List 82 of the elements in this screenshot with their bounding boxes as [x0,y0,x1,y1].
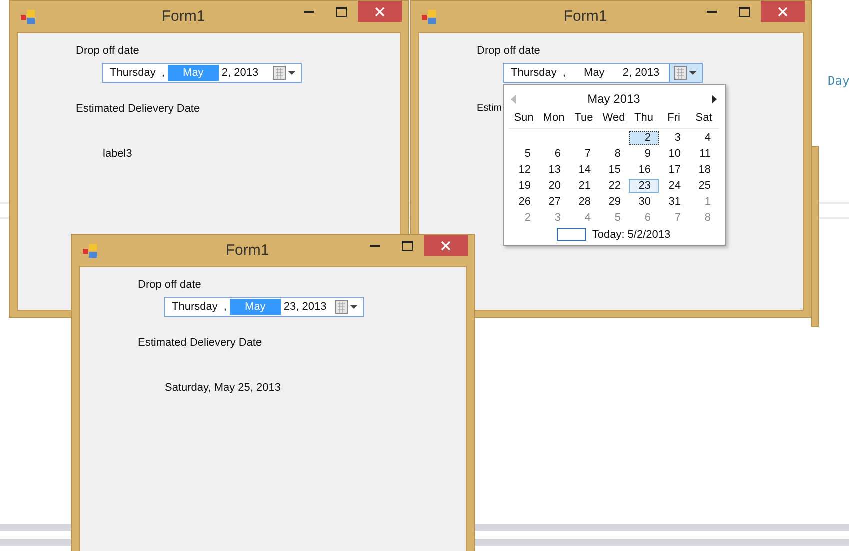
window-title: Form1 [160,8,206,25]
calendar-day[interactable]: 15 [599,163,629,177]
calendar-day[interactable]: 8 [599,147,629,161]
calendar-day[interactable]: 20 [539,179,569,193]
calendar-day[interactable]: 27 [539,195,569,209]
calendar-day[interactable]: 18 [689,163,719,177]
weekday-label: Sun [513,111,535,126]
calendar-day[interactable]: 8 [689,211,719,225]
weekday-label: Wed [602,111,626,126]
field-label: Drop off date [76,44,140,58]
calendar-day[interactable]: 10 [659,147,689,161]
month-title[interactable]: May 2013 [588,92,640,106]
calendar-day[interactable]: 22 [599,179,629,193]
maximize-icon [336,7,347,17]
calendar-day[interactable]: 30 [629,195,659,209]
minimize-icon [304,11,314,13]
next-arrow-icon[interactable] [712,94,717,104]
calendar-day[interactable]: 24 [659,179,689,193]
calendar-day[interactable]: 6 [539,147,569,161]
field-label: Drop off date [138,278,202,292]
calendar-day[interactable]: 5 [509,147,539,161]
app-icon [21,10,35,24]
weekday-label: Tue [574,111,594,126]
today-marker-icon [557,228,586,241]
close-icon [375,6,385,16]
calendar-day[interactable]: 1 [689,195,719,209]
date-picker[interactable]: Thursday , May 2, 2013 [503,63,703,83]
calendar-day[interactable]: 4 [689,131,719,145]
calendar-day[interactable]: 16 [629,163,659,177]
result-label: Saturday, May 25, 2013 [165,381,281,395]
close-button[interactable] [424,235,468,256]
calendar-day[interactable]: 13 [539,163,569,177]
result-label: label3 [103,147,132,161]
minimize-icon [706,11,716,13]
calendar-day[interactable]: 21 [569,179,599,193]
calendar-day[interactable]: 11 [689,147,719,161]
weekday-label: Mon [542,111,566,126]
calendar-day[interactable]: 17 [659,163,689,177]
weekday-label: Sat [694,111,714,126]
calendar-day[interactable]: 3 [539,211,569,225]
window-title: Form1 [224,242,270,259]
date-picker[interactable]: Thursday , May 2, 2013 [102,63,302,83]
tab-label[interactable]: Day [828,74,849,88]
field-label: Estimated Delievery Date [138,336,262,350]
calendar-day[interactable]: 3 [659,131,689,145]
calendar-day[interactable]: 2 [509,211,539,225]
calendar-day[interactable]: 5 [599,211,629,225]
field-label: Estimated Delievery Date [76,102,200,116]
calendar-day[interactable]: 14 [569,163,599,177]
calendar-day[interactable]: 4 [569,211,599,225]
calendar-day[interactable]: 31 [659,195,689,209]
maximize-icon [739,7,750,17]
calendar-day[interactable]: 6 [629,211,659,225]
calendar-day[interactable]: 7 [659,211,689,225]
maximize-icon [402,241,413,251]
field-label: Estim [477,102,502,116]
close-icon [778,6,788,16]
close-button[interactable] [358,1,402,22]
calendar-icon [674,66,698,80]
window-title: Form1 [562,8,608,25]
calendar-day[interactable]: 19 [509,179,539,193]
app-icon [83,244,97,258]
date-picker[interactable]: Thursday , May 23, 2013 [164,297,364,317]
weekday-label: Thu [634,111,654,126]
calendar-day[interactable]: 9 [629,147,659,161]
minimize-icon [370,245,380,247]
calendar-icon [335,300,359,314]
calendar-day[interactable]: 2 [629,131,659,145]
calendar-icon [273,66,297,80]
weekday-label: Fri [666,111,682,126]
app-icon [422,10,436,24]
calendar-day[interactable]: 7 [569,147,599,161]
calendar-day[interactable]: 23 [629,179,659,193]
close-button[interactable] [761,1,805,22]
calendar-day[interactable]: 29 [599,195,629,209]
calendar-day[interactable]: 25 [689,179,719,193]
calendar-day[interactable]: 12 [509,163,539,177]
today-link[interactable]: Today: 5/2/2013 [592,228,671,240]
calendar-day[interactable]: 26 [509,195,539,209]
calendar-day[interactable]: 28 [569,195,599,209]
close-icon [441,240,451,250]
field-label: Drop off date [477,44,540,58]
